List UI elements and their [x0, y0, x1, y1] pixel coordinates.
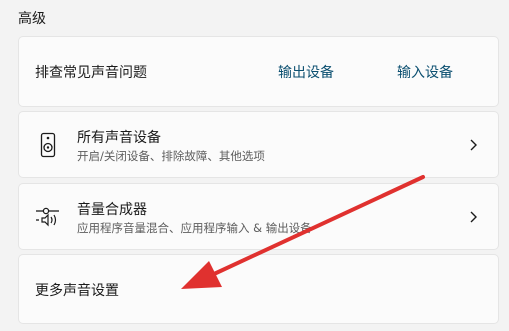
- all-sound-devices-title: 所有声音设备: [77, 130, 161, 146]
- more-sound-settings-row[interactable]: 更多声音设置: [18, 254, 499, 324]
- chevron-right-icon: [468, 135, 480, 155]
- chevron-right-icon: [468, 207, 480, 227]
- troubleshoot-label: 排查常见声音问题: [35, 65, 147, 81]
- troubleshoot-card: 排查常见声音问题 输出设备 输入设备: [18, 36, 499, 107]
- volume-mixer-row[interactable]: 音量合成器 应用程序音量混合、应用程序输入 & 输出设备: [18, 183, 499, 250]
- input-device-link[interactable]: 输入设备: [397, 63, 453, 83]
- all-sound-devices-subtitle: 开启/关闭设备、排除故障、其他选项: [77, 149, 265, 163]
- volume-mixer-title: 音量合成器: [77, 202, 147, 218]
- mixer-icon: [35, 203, 61, 229]
- volume-mixer-subtitle: 应用程序音量混合、应用程序输入 & 输出设备: [77, 221, 312, 235]
- section-title: 高级: [18, 11, 46, 27]
- speaker-icon: [35, 132, 61, 158]
- output-device-link[interactable]: 输出设备: [278, 63, 334, 83]
- all-sound-devices-row[interactable]: 所有声音设备 开启/关闭设备、排除故障、其他选项: [18, 111, 499, 178]
- more-sound-settings-label: 更多声音设置: [35, 283, 119, 299]
